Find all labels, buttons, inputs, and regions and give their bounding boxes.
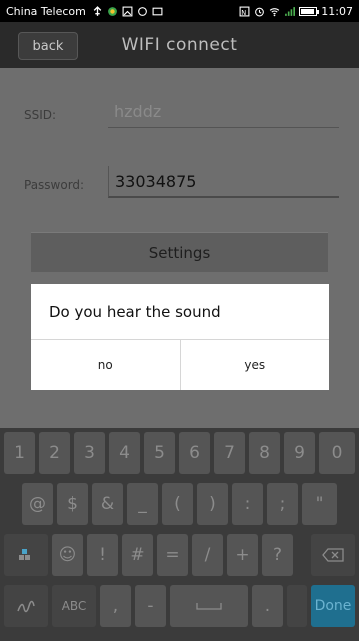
dialog-message: Do you hear the sound (31, 284, 329, 340)
app-notification-icon (107, 6, 117, 16)
symbols-page-icon (19, 549, 30, 560)
soft-keyboard: 1 2 3 4 5 6 7 8 9 0 @ $ & _ ( ) : ; " ☺ … (0, 428, 359, 641)
key-9[interactable]: 9 (284, 432, 315, 474)
key-space[interactable] (170, 585, 248, 627)
password-input[interactable]: 33034875 (108, 166, 339, 198)
done-key[interactable]: Done (311, 585, 355, 627)
key-0[interactable]: 0 (319, 432, 355, 474)
key-3[interactable]: 3 (74, 432, 105, 474)
key-at[interactable]: @ (22, 483, 53, 525)
svg-text:N: N (241, 8, 246, 16)
backspace-icon (322, 548, 344, 562)
password-row: Password: 33034875 (0, 162, 359, 208)
yes-button[interactable]: yes (181, 340, 330, 390)
key-6[interactable]: 6 (179, 432, 210, 474)
back-button[interactable]: back (18, 32, 78, 60)
key-7[interactable]: 7 (214, 432, 245, 474)
key-spacer[interactable] (287, 585, 307, 627)
ssid-input[interactable]: hzddz (108, 96, 339, 128)
battery-icon (299, 6, 320, 16)
title-bar: back WIFI connect (0, 22, 359, 68)
key-handwriting[interactable] (4, 585, 48, 627)
alarm-icon (255, 7, 265, 16)
key-period[interactable]: . (252, 585, 283, 627)
key-1[interactable]: 1 (4, 432, 35, 474)
no-button[interactable]: no (31, 340, 181, 390)
key-dash[interactable]: - (135, 585, 166, 627)
password-label: Password: (24, 178, 85, 192)
image-notification-icon (122, 6, 133, 16)
key-ampersand[interactable]: & (92, 483, 123, 525)
key-hash[interactable]: # (122, 534, 153, 576)
settings-button[interactable]: Settings (31, 232, 328, 272)
key-slash[interactable]: / (192, 534, 223, 576)
handwriting-icon (17, 600, 35, 613)
key-2[interactable]: 2 (39, 432, 70, 474)
key-4[interactable]: 4 (109, 432, 140, 474)
key-question[interactable]: ? (262, 534, 293, 576)
ssid-row: SSID: hzddz (0, 92, 359, 138)
notification-icons (92, 5, 163, 17)
key-underscore[interactable]: _ (127, 483, 158, 525)
sound-dialog: Do you hear the sound no yes (31, 284, 329, 390)
keyboard-row-symbols: @ $ & _ ( ) : ; " (0, 483, 359, 533)
sync-icon (137, 6, 147, 16)
keyboard-row-bottom: ABC , - . Done (0, 585, 359, 635)
signal-icon (285, 6, 296, 16)
key-semicolon[interactable]: ; (267, 483, 298, 525)
key-dollar[interactable]: $ (57, 483, 88, 525)
key-8[interactable]: 8 (249, 432, 280, 474)
space-icon (196, 603, 222, 610)
key-exclamation[interactable]: ! (87, 534, 118, 576)
keyboard-row-numbers: 1 2 3 4 5 6 7 8 9 0 (0, 432, 359, 482)
status-bar: China Telecom N 11:07 (0, 0, 359, 22)
key-paren-open[interactable]: ( (162, 483, 193, 525)
key-paren-close[interactable]: ) (197, 483, 228, 525)
key-backspace[interactable] (311, 534, 355, 576)
key-comma[interactable]: , (100, 585, 131, 627)
clock-time: 11:07 (321, 4, 353, 18)
key-smiley[interactable]: ☺ (52, 534, 83, 576)
key-colon[interactable]: : (232, 483, 263, 525)
screenshot-icon (152, 7, 163, 15)
nfc-icon: N (239, 6, 250, 16)
carrier-label: China Telecom (6, 4, 86, 18)
key-equals[interactable]: = (157, 534, 188, 576)
key-quote[interactable]: " (302, 483, 337, 525)
key-5[interactable]: 5 (144, 432, 175, 474)
key-plus[interactable]: + (227, 534, 258, 576)
ssid-label: SSID: (24, 108, 57, 122)
key-abc[interactable]: ABC (52, 585, 96, 627)
key-more-symbols[interactable] (4, 534, 48, 576)
usb-icon (93, 5, 102, 16)
keyboard-row-punct: ☺ ! # = / + ? (0, 534, 359, 584)
wifi-icon (270, 7, 280, 16)
